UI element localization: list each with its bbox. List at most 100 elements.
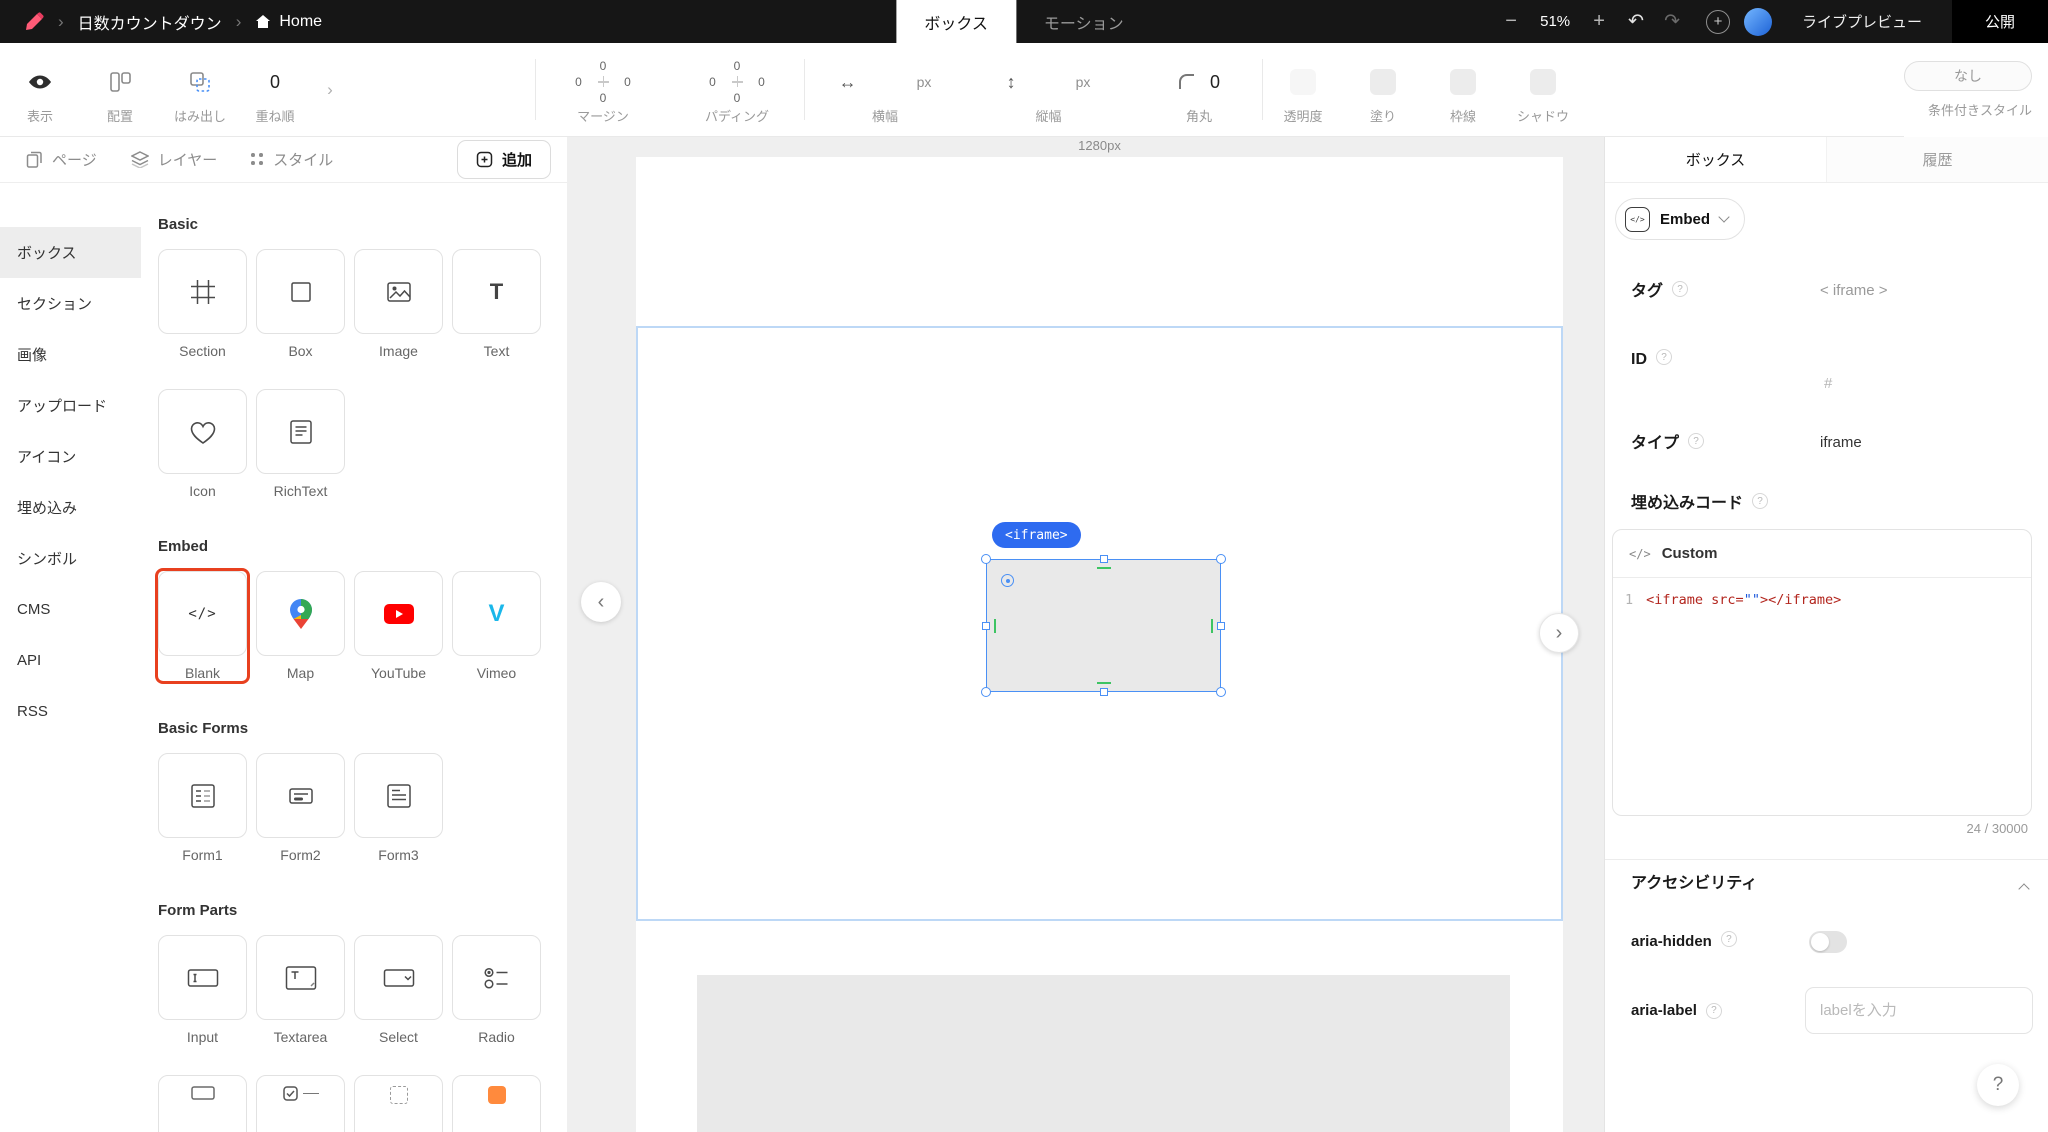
resize-handle-top-left[interactable] bbox=[981, 554, 991, 564]
category-rss[interactable]: RSS bbox=[0, 686, 141, 737]
add-item-image[interactable]: Image bbox=[354, 249, 443, 359]
category-embed[interactable]: 埋め込み bbox=[0, 482, 141, 533]
tab-layers[interactable]: レイヤー bbox=[130, 149, 217, 170]
add-item-select[interactable]: Select bbox=[354, 935, 443, 1045]
id-input[interactable] bbox=[1824, 375, 1944, 392]
margin-top-value[interactable]: 0 bbox=[598, 59, 608, 73]
user-avatar[interactable] bbox=[1743, 7, 1772, 36]
chevron-up-icon[interactable] bbox=[2018, 883, 2030, 895]
border-control[interactable]: 枠線 bbox=[1423, 43, 1503, 136]
add-item-map[interactable]: Map bbox=[256, 571, 345, 681]
aria-hidden-toggle[interactable] bbox=[1809, 931, 1847, 953]
margin-control[interactable]: 0 0 0 0 マージン bbox=[536, 43, 670, 136]
resize-handle-top[interactable] bbox=[1099, 555, 1108, 563]
embed-code-editor[interactable]: </> Custom 1 <iframe src=""></iframe> bbox=[1612, 529, 2032, 816]
add-item-radio[interactable]: Radio bbox=[452, 935, 541, 1045]
element-type-selector[interactable]: </> Embed bbox=[1615, 198, 1746, 240]
design-canvas[interactable]: 1280px <iframe> ‹ › bbox=[567, 137, 1604, 1132]
resize-handle-bottom-left[interactable] bbox=[981, 687, 991, 697]
padding-right-value[interactable]: 0 bbox=[757, 75, 767, 89]
add-item-box[interactable]: Box bbox=[256, 249, 345, 359]
add-item-blank-embed[interactable]: </> Blank bbox=[158, 571, 247, 681]
add-item-form1[interactable]: Form1 bbox=[158, 753, 247, 863]
category-section[interactable]: セクション bbox=[0, 278, 141, 329]
category-cms[interactable]: CMS bbox=[0, 584, 141, 635]
tag-help-icon[interactable]: ? bbox=[1672, 281, 1689, 297]
category-icon[interactable]: アイコン bbox=[0, 431, 141, 482]
expand-right-button[interactable]: › bbox=[1539, 613, 1579, 653]
collapse-left-panel-button[interactable]: ‹ bbox=[581, 582, 621, 622]
add-item-icon[interactable]: Icon bbox=[158, 389, 247, 499]
alignment-control[interactable]: 配置 bbox=[80, 43, 160, 136]
live-preview-button[interactable]: ライブプレビュー bbox=[1792, 11, 1932, 32]
invite-member-button[interactable]: + bbox=[1705, 9, 1730, 34]
fill-control[interactable]: 塗り bbox=[1343, 43, 1423, 136]
shadow-swatch[interactable] bbox=[1530, 69, 1556, 95]
add-item-partial-checkbox[interactable] bbox=[256, 1075, 345, 1132]
code-editor-body[interactable]: 1 <iframe src=""></iframe> bbox=[1613, 578, 2031, 622]
add-item-youtube[interactable]: YouTube bbox=[354, 571, 443, 681]
category-box[interactable]: ボックス bbox=[0, 227, 141, 278]
category-upload[interactable]: アップロード bbox=[0, 380, 141, 431]
accessibility-section-header[interactable]: アクセシビリティ bbox=[1631, 873, 2032, 895]
margin-bottom-value[interactable]: 0 bbox=[598, 91, 608, 105]
tab-pages[interactable]: ページ bbox=[26, 149, 97, 170]
radius-control[interactable]: 0 角丸 bbox=[1144, 43, 1254, 136]
shadow-control[interactable]: シャドウ bbox=[1503, 43, 1583, 136]
tab-box-mode[interactable]: ボックス bbox=[896, 0, 1016, 43]
category-symbol[interactable]: シンボル bbox=[0, 533, 141, 584]
embed-code-help-icon[interactable]: ? bbox=[1752, 493, 1769, 509]
resize-handle-bottom-right[interactable] bbox=[1216, 687, 1226, 697]
tab-history[interactable]: 履歴 bbox=[1826, 137, 2048, 182]
add-item-textarea[interactable]: Textarea bbox=[256, 935, 345, 1045]
iframe-selection-badge[interactable]: <iframe> bbox=[992, 522, 1081, 548]
add-item-partial-button[interactable] bbox=[452, 1075, 541, 1132]
breadcrumb-page-home[interactable]: Home bbox=[255, 13, 322, 31]
breadcrumb-project[interactable]: 日数カウントダウン bbox=[78, 10, 222, 34]
add-item-text[interactable]: T Text bbox=[452, 249, 541, 359]
padding-left-value[interactable]: 0 bbox=[708, 75, 718, 89]
radius-value[interactable]: 0 bbox=[1210, 72, 1220, 93]
resize-handle-right[interactable] bbox=[1217, 621, 1225, 630]
conditional-style-button[interactable]: なし bbox=[1904, 61, 2032, 91]
redo-button[interactable]: ↷ bbox=[1664, 10, 1680, 33]
opacity-control[interactable]: 透明度 bbox=[1263, 43, 1343, 136]
padding-control[interactable]: 0 0 0 0 パディング bbox=[670, 43, 804, 136]
resize-handle-bottom[interactable] bbox=[1099, 688, 1108, 696]
app-logo-pencil-icon[interactable] bbox=[24, 11, 44, 32]
iframe-element[interactable] bbox=[981, 554, 1226, 697]
aria-hidden-help-icon[interactable]: ? bbox=[1720, 931, 1737, 947]
opacity-swatch[interactable] bbox=[1290, 69, 1316, 95]
padding-bottom-value[interactable]: 0 bbox=[732, 91, 742, 105]
resize-handle-top-right[interactable] bbox=[1216, 554, 1226, 564]
zoom-in-button[interactable]: + bbox=[1590, 10, 1608, 33]
placeholder-block[interactable] bbox=[697, 975, 1510, 1132]
zindex-control[interactable]: 0 重ね順 bbox=[240, 43, 310, 136]
type-value[interactable]: iframe bbox=[1820, 434, 1862, 451]
padding-top-value[interactable]: 0 bbox=[732, 59, 742, 73]
margin-right-value[interactable]: 0 bbox=[623, 75, 633, 89]
category-image[interactable]: 画像 bbox=[0, 329, 141, 380]
tab-box-settings[interactable]: ボックス bbox=[1605, 137, 1826, 182]
zoom-level[interactable]: 51% bbox=[1540, 13, 1570, 30]
publish-button[interactable]: 公開 bbox=[1952, 0, 2048, 43]
height-control[interactable]: ↕ px 縦幅 bbox=[965, 43, 1132, 136]
add-item-partial-1[interactable] bbox=[158, 1075, 247, 1132]
tab-styles[interactable]: スタイル bbox=[251, 149, 333, 170]
visibility-control[interactable]: 表示 bbox=[0, 43, 80, 136]
tab-motion-mode[interactable]: モーション bbox=[1016, 0, 1152, 43]
margin-left-value[interactable]: 0 bbox=[574, 75, 584, 89]
aria-label-input[interactable] bbox=[1805, 987, 2033, 1034]
add-item-form2[interactable]: Form2 bbox=[256, 753, 345, 863]
overflow-control[interactable]: はみ出し bbox=[160, 43, 240, 136]
zoom-out-button[interactable]: − bbox=[1502, 10, 1520, 33]
type-help-icon[interactable]: ? bbox=[1688, 433, 1705, 449]
fill-swatch[interactable] bbox=[1370, 69, 1396, 95]
border-swatch[interactable] bbox=[1450, 69, 1476, 95]
undo-button[interactable]: ↶ bbox=[1628, 10, 1644, 33]
zindex-value[interactable]: 0 bbox=[270, 58, 280, 106]
add-item-vimeo[interactable]: V Vimeo bbox=[452, 571, 541, 681]
width-control[interactable]: ↔ px 横幅 bbox=[805, 43, 965, 136]
add-item-richtext[interactable]: RichText bbox=[256, 389, 345, 499]
zindex-expand-chevron[interactable]: › bbox=[310, 43, 350, 136]
